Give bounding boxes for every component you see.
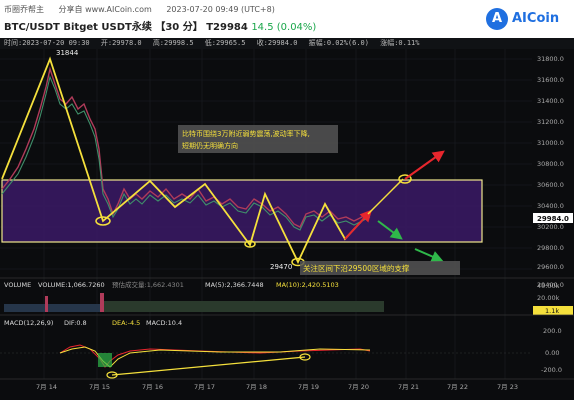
- current-price-tag-text: 29984.0: [537, 215, 569, 223]
- time-axis[interactable]: 7月 14 7月 15 7月 16 7月 17 7月 18 7月 19 7月 2…: [36, 383, 518, 391]
- svg-text:30200.0: 30200.0: [537, 223, 564, 231]
- volume-legend: VOLUME VOLUME:1,066.7260 预估成交量:1,662.430…: [4, 280, 339, 289]
- svg-text:VOLUME:1,066.7260: VOLUME:1,066.7260: [38, 281, 105, 289]
- peak-label: 31844: [56, 49, 79, 57]
- svg-text:7月 15: 7月 15: [89, 383, 110, 391]
- svg-text:31000.0: 31000.0: [537, 139, 564, 147]
- svg-text:29800.0: 29800.0: [537, 244, 564, 252]
- svg-text:30600.0: 30600.0: [537, 181, 564, 189]
- macd-legend: MACD(12,26,9) DIF:0.8 DEA:-4.5 MACD:10.4: [4, 319, 182, 327]
- low-label: 29470: [270, 263, 292, 271]
- main-panel: [0, 49, 532, 278]
- svg-text:30800.0: 30800.0: [537, 160, 564, 168]
- ohlc-time: 时间:2023-07-20 09:30: [4, 39, 90, 47]
- svg-text:31400.0: 31400.0: [537, 97, 564, 105]
- svg-text:预估成交量:1,662.4301: 预估成交量:1,662.4301: [112, 280, 184, 289]
- svg-text:7月 20: 7月 20: [348, 383, 369, 391]
- symbol-name: BTC/USDT Bitget USDT永续 【30 分】: [4, 22, 203, 33]
- svg-text:31600.0: 31600.0: [537, 76, 564, 84]
- svg-text:DIF:0.8: DIF:0.8: [64, 319, 87, 327]
- svg-text:MA(5):2,366.7448: MA(5):2,366.7448: [205, 281, 264, 289]
- macd-axis: 200.0 0.00 -200.0: [541, 327, 562, 374]
- svg-text:7月 23: 7月 23: [497, 383, 518, 391]
- logo-text: AICoin: [512, 11, 560, 26]
- svg-text:31200.0: 31200.0: [537, 118, 564, 126]
- note-bottom: 关注区间下沿29500区域的支撑: [303, 263, 410, 273]
- volume-bars: [4, 293, 384, 312]
- app-header: 币圈乔帮主 分享自 www.AICoin.com 2023-07-20 09:4…: [0, 0, 574, 38]
- svg-text:29600.0: 29600.0: [537, 263, 564, 271]
- svg-text:0.00: 0.00: [545, 349, 559, 357]
- svg-text:31800.0: 31800.0: [537, 55, 564, 63]
- ohlc-amplitude: 振幅:0.02%(6.0): [308, 39, 369, 47]
- ohlc-close: 收:29984.0: [256, 39, 298, 47]
- ohlc-high: 高:29998.5: [152, 39, 194, 47]
- ohlc-low: 低:29965.5: [204, 39, 246, 47]
- note-top-line2: 短期仍无明确方向: [182, 141, 238, 150]
- share-link[interactable]: 分享自 www.AICoin.com: [59, 5, 152, 14]
- svg-text:7月 14: 7月 14: [36, 383, 57, 391]
- svg-text:7月 21: 7月 21: [398, 383, 419, 391]
- macd-histogram: [59, 344, 371, 368]
- svg-text:40.00k: 40.00k: [537, 282, 560, 290]
- aicoin-logo: A AICoin: [486, 8, 566, 30]
- svg-text:200.0: 200.0: [543, 327, 562, 335]
- note-top-line1: 比特币围绕3万附近弱势震荡,波动率下降,: [182, 129, 310, 138]
- svg-text:VOLUME: VOLUME: [4, 281, 31, 289]
- svg-text:30400.0: 30400.0: [537, 202, 564, 210]
- symbol-title: BTC/USDT Bitget USDT永续 【30 分】 T29984 14.…: [4, 18, 316, 33]
- header-meta: 币圈乔帮主 分享自 www.AICoin.com 2023-07-20 09:4…: [4, 4, 287, 15]
- svg-text:-200.0: -200.0: [541, 366, 562, 374]
- svg-text:MACD(12,26,9): MACD(12,26,9): [4, 319, 53, 327]
- current-price: T29984: [206, 22, 248, 33]
- svg-text:7月 16: 7月 16: [142, 383, 163, 391]
- svg-text:7月 17: 7月 17: [194, 383, 215, 391]
- svg-text:7月 18: 7月 18: [246, 383, 267, 391]
- svg-text:20.00k: 20.00k: [537, 294, 560, 302]
- svg-text:7月 22: 7月 22: [447, 383, 468, 391]
- svg-text:DEA:-4.5: DEA:-4.5: [112, 319, 140, 327]
- ohlc-change: 涨幅:0.11%: [380, 39, 420, 47]
- svg-text:MACD:10.4: MACD:10.4: [146, 319, 182, 327]
- price-change: 14.5 (0.04%): [251, 22, 317, 33]
- ohlc-open: 开:29978.0: [100, 39, 142, 47]
- ohlc-infobar: 时间:2023-07-20 09:30 开:29978.0 高:29998.5 …: [0, 38, 574, 49]
- chart-canvas[interactable]: 31844 29470 比特币围绕3万附近弱势震荡,波动率下降, 短期仍无明确方…: [0, 49, 574, 400]
- timestamp: 2023-07-20 09:49 (UTC+8): [166, 5, 275, 14]
- aicoin-logo-icon: A: [486, 8, 508, 30]
- author-link[interactable]: 币圈乔帮主: [4, 5, 44, 14]
- svg-text:7月 19: 7月 19: [298, 383, 319, 391]
- svg-text:MA(10):2,420.5103: MA(10):2,420.5103: [276, 281, 339, 289]
- divergence-line: [111, 356, 306, 376]
- svg-text:1.1k: 1.1k: [545, 307, 559, 315]
